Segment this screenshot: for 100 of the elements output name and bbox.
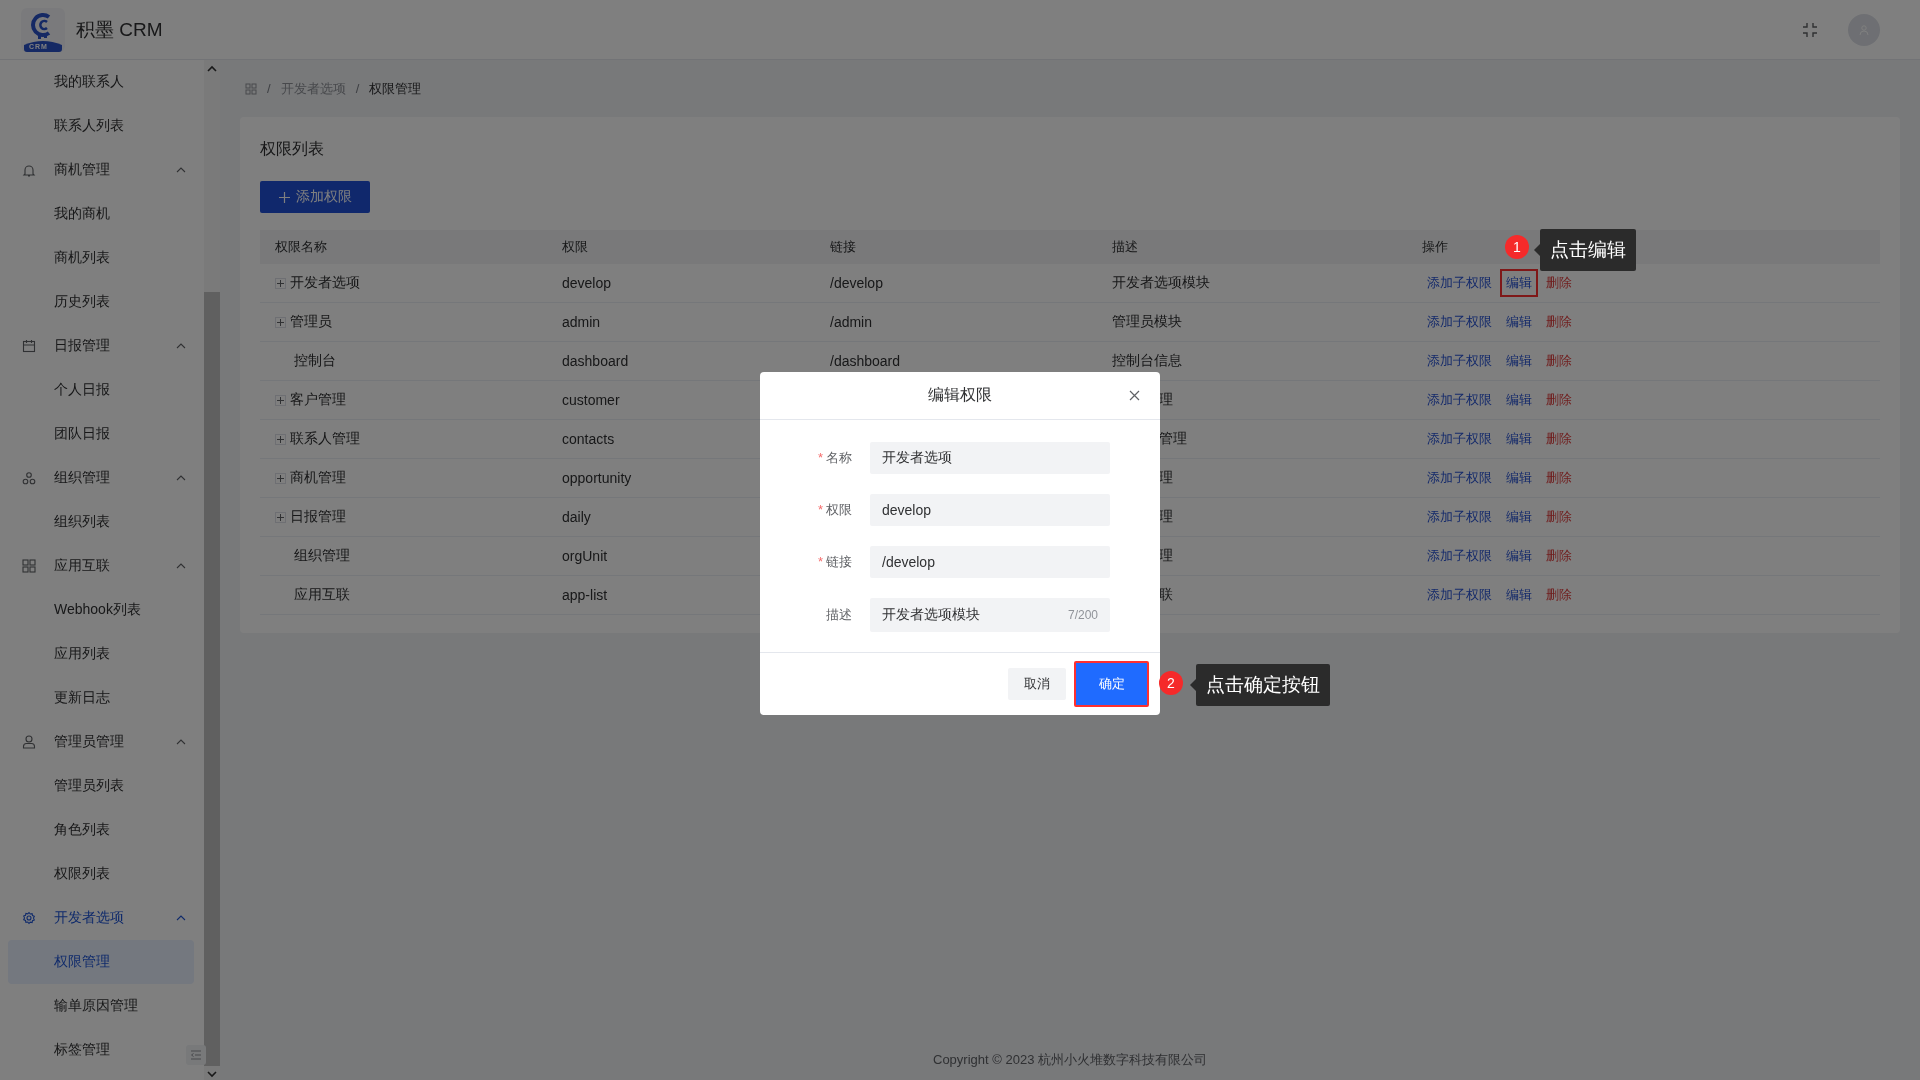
action-link[interactable]: 添加子权限 xyxy=(1427,469,1492,487)
action-link[interactable]: 编辑 xyxy=(1506,547,1532,565)
field-label: * 名称 xyxy=(816,449,852,467)
table-cell: 控制台 xyxy=(294,352,336,370)
menu-item[interactable]: 权限列表 xyxy=(8,852,194,896)
action-link[interactable]: 添加子权限 xyxy=(1427,547,1492,565)
action-link[interactable]: 编辑 xyxy=(1506,508,1532,526)
grid-icon[interactable] xyxy=(245,82,257,95)
delete-link[interactable]: 删除 xyxy=(1546,547,1572,565)
menu-group[interactable]: 商机管理 xyxy=(0,148,204,192)
input-field[interactable]: 开发者选项模块 7/200 xyxy=(870,598,1110,632)
table-cell: 商机管理 xyxy=(290,469,346,487)
action-link[interactable]: 添加子权限 xyxy=(1427,586,1492,604)
expand-icon[interactable] xyxy=(275,511,286,523)
input-field[interactable]: /develop xyxy=(870,546,1110,578)
action-link[interactable]: 添加子权限 xyxy=(1427,508,1492,526)
grid-icon xyxy=(22,559,36,573)
delete-link[interactable]: 删除 xyxy=(1546,586,1572,604)
scroll-down-icon[interactable] xyxy=(207,1069,217,1079)
expand-icon[interactable] xyxy=(275,277,286,289)
action-link[interactable]: 编辑 xyxy=(1506,469,1532,487)
table-cell: 联系人管理 xyxy=(290,430,360,448)
menu-item[interactable]: 应用列表 xyxy=(8,632,194,676)
action-link[interactable]: 编辑 xyxy=(1506,313,1532,331)
column-header: 链接 xyxy=(830,239,856,254)
chevron-icon xyxy=(176,341,186,351)
action-link[interactable]: 编辑 xyxy=(1506,391,1532,409)
menu-group[interactable]: 日报管理 xyxy=(0,324,204,368)
menu-item[interactable]: 输单原因管理 xyxy=(8,984,194,1028)
menu-item[interactable]: 个人日报 xyxy=(8,368,194,412)
menu-item[interactable]: 更新日志 xyxy=(8,676,194,720)
column-header: 权限名称 xyxy=(275,239,327,254)
input-field[interactable]: 开发者选项 xyxy=(870,442,1110,474)
delete-link[interactable]: 删除 xyxy=(1546,469,1572,487)
dialog-title: 编辑权限 xyxy=(928,385,992,405)
expand-icon[interactable] xyxy=(275,472,286,484)
table-cell: 理 xyxy=(1159,508,1173,524)
menu-group[interactable]: 管理员管理 xyxy=(0,720,204,764)
callout: 点击确定按钮 xyxy=(1196,664,1330,706)
action-link[interactable]: 编辑 xyxy=(1500,269,1538,297)
input-field[interactable]: develop xyxy=(870,494,1110,526)
card-title: 权限列表 xyxy=(260,139,325,159)
action-link[interactable]: 添加子权限 xyxy=(1427,313,1492,331)
table-cell: 管理员 xyxy=(290,313,332,331)
menu-item[interactable]: 我的联系人 xyxy=(8,60,194,104)
expand-icon[interactable] xyxy=(275,433,286,445)
breadcrumb-item: 权限管理 xyxy=(369,79,422,98)
breadcrumb-separator: / xyxy=(355,81,360,96)
menu-item[interactable]: 权限管理 xyxy=(8,940,194,984)
menu-group[interactable]: 开发者选项 xyxy=(0,896,204,940)
menu-item[interactable]: 组织列表 xyxy=(8,500,194,544)
table-cell: daily xyxy=(562,509,591,525)
char-counter: 7/200 xyxy=(1067,608,1098,622)
menu-item[interactable]: 标签管理 xyxy=(8,1028,194,1072)
add-button[interactable]: 添加权限 xyxy=(260,181,370,213)
action-link[interactable]: 添加子权限 xyxy=(1427,430,1492,448)
plus-icon xyxy=(278,191,290,203)
menu-item[interactable]: 联系人列表 xyxy=(8,104,194,148)
menu-item[interactable]: 管理员列表 xyxy=(8,764,194,808)
action-link[interactable]: 编辑 xyxy=(1506,430,1532,448)
expand-icon[interactable] xyxy=(275,316,286,328)
scroll-up-icon[interactable] xyxy=(207,64,217,74)
field-label: 描述 xyxy=(825,606,852,624)
table-cell: develop xyxy=(562,275,612,291)
app-title: 积墨 CRM xyxy=(76,17,163,42)
calendar-icon xyxy=(22,339,36,353)
table-cell: 开发者选项模块 xyxy=(1112,274,1210,290)
confirm-button[interactable]: 确定 xyxy=(1074,661,1149,707)
menu-item[interactable]: 我的商机 xyxy=(8,192,194,236)
menu-item[interactable]: 商机列表 xyxy=(8,236,194,280)
table-cell: 日报管理 xyxy=(290,508,346,526)
action-link[interactable]: 编辑 xyxy=(1506,352,1532,370)
column-header: 操作 xyxy=(1422,239,1448,254)
menu-item[interactable]: 历史列表 xyxy=(8,280,194,324)
table-cell: 理 xyxy=(1159,391,1173,407)
chevron-icon xyxy=(176,473,186,483)
menu-item[interactable]: 角色列表 xyxy=(8,808,194,852)
table-cell: 理 xyxy=(1159,547,1173,563)
menu-item[interactable]: Webhook列表 xyxy=(8,588,194,632)
table-cell: 联 xyxy=(1159,586,1173,602)
menu-group[interactable]: 组织管理 xyxy=(0,456,204,500)
table-cell: 控制台信息 xyxy=(1112,352,1182,368)
menu-item[interactable]: 团队日报 xyxy=(8,412,194,456)
action-link[interactable]: 添加子权限 xyxy=(1427,352,1492,370)
delete-link[interactable]: 删除 xyxy=(1546,391,1572,409)
delete-link[interactable]: 删除 xyxy=(1546,352,1572,370)
delete-link[interactable]: 删除 xyxy=(1546,430,1572,448)
expand-icon[interactable] xyxy=(275,394,286,406)
menu-group[interactable]: 应用互联 xyxy=(0,544,204,588)
table-cell: 理 xyxy=(1159,469,1173,485)
action-link[interactable]: 添加子权限 xyxy=(1427,391,1492,409)
action-link[interactable]: 添加子权限 xyxy=(1427,274,1492,292)
cancel-button[interactable]: 取消 xyxy=(1008,668,1066,700)
close-icon[interactable] xyxy=(1129,390,1140,401)
delete-link[interactable]: 删除 xyxy=(1546,313,1572,331)
bell-icon xyxy=(22,163,36,177)
delete-link[interactable]: 删除 xyxy=(1546,274,1572,292)
fullscreen-icon[interactable] xyxy=(1802,21,1818,38)
action-link[interactable]: 编辑 xyxy=(1506,586,1532,604)
delete-link[interactable]: 删除 xyxy=(1546,508,1572,526)
